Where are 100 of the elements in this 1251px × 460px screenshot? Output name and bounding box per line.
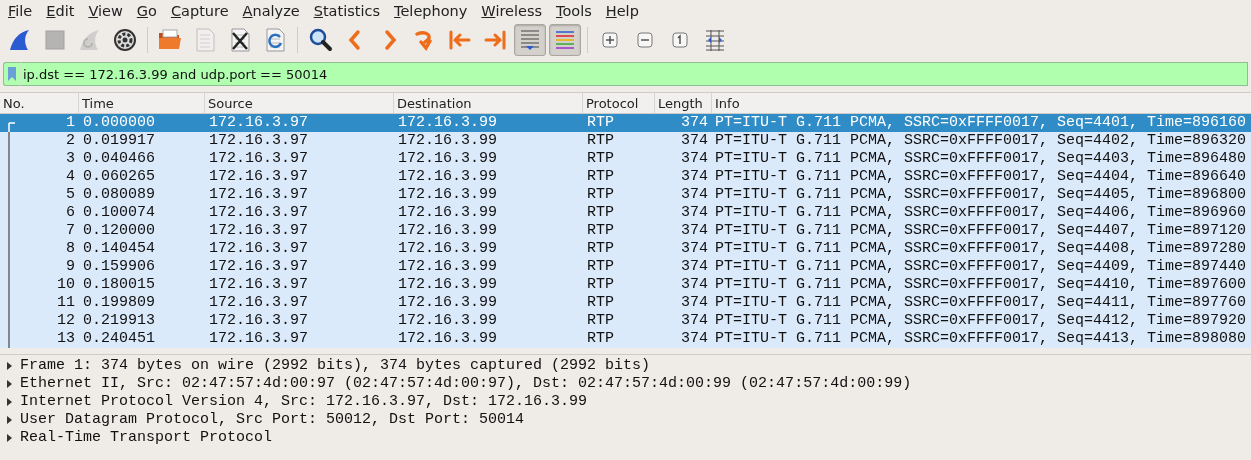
table-cell-text: PT=ITU-T G.711 PCMA, SSRC=0xFFFF0017, Seq=4407, Time=897120 bbox=[714, 222, 1248, 240]
table-cell-text: 0.040466 bbox=[82, 150, 156, 168]
menu-item[interactable]: Edit bbox=[46, 3, 75, 19]
table-cell-text: 172.16.3.97 bbox=[208, 186, 310, 204]
table-cell-text: 172.16.3.97 bbox=[208, 132, 310, 150]
packet-row[interactable]: 7 0.120000 172.16.3.97 172.16.3.99 RTP 374 PT=ITU-T G.711 PCMA, SSRC=0xFFFF0017, Seq=4407, Time=897120 bbox=[0, 222, 1251, 240]
table-cell-text: 172.16.3.97 bbox=[208, 240, 310, 258]
menu-item[interactable]: Go bbox=[136, 3, 157, 19]
menu-item[interactable]: File bbox=[8, 3, 33, 19]
detail-item[interactable]: Real-Time Transport Protocol bbox=[20, 429, 273, 447]
menu-item[interactable]: Telephony bbox=[394, 3, 468, 19]
table-cell-text: 374 bbox=[680, 294, 709, 312]
table-cell-text: RTP bbox=[586, 132, 615, 150]
packet-row[interactable]: 3 0.040466 172.16.3.97 172.16.3.99 RTP 374 PT=ITU-T G.711 PCMA, SSRC=0xFFFF0017, Seq=4403, Time=896480 bbox=[0, 150, 1251, 168]
column-header[interactable]: Time bbox=[79, 93, 205, 113]
expand-arrow-icon[interactable] bbox=[4, 433, 14, 443]
packet-row[interactable]: 11 0.199809 172.16.3.97 172.16.3.99 RTP 374 PT=ITU-T G.711 PCMA, SSRC=0xFFFF0017, Seq=4411, Time=897760 bbox=[0, 294, 1251, 312]
table-cell-text: RTP bbox=[586, 204, 615, 222]
packet-row[interactable]: 13 0.240451 172.16.3.97 172.16.3.99 RTP 374 PT=ITU-T G.711 PCMA, SSRC=0xFFFF0017, Seq=4413, Time=898080 bbox=[0, 330, 1251, 348]
detail-item[interactable]: Frame 1: 374 bytes on wire (2992 bits), 374 bytes captured (2992 bits) bbox=[20, 357, 651, 375]
packet-row[interactable]: 9 0.159906 172.16.3.97 172.16.3.99 RTP 374 PT=ITU-T G.711 PCMA, SSRC=0xFFFF0017, Seq=4409, Time=897440 bbox=[0, 258, 1251, 276]
table-cell-text: 0.080089 bbox=[82, 186, 156, 204]
table-cell-text: 6 bbox=[65, 204, 76, 222]
menu-item[interactable]: Help bbox=[605, 3, 639, 19]
bookmark-icon bbox=[8, 67, 16, 81]
settings-icon bbox=[112, 27, 138, 53]
table-cell-text: PT=ITU-T G.711 PCMA, SSRC=0xFFFF0017, Seq=4401, Time=896160 bbox=[714, 114, 1248, 132]
expand-arrow-icon[interactable] bbox=[4, 361, 14, 371]
packet-row[interactable]: 12 0.219913 172.16.3.97 172.16.3.99 RTP 374 PT=ITU-T G.711 PCMA, SSRC=0xFFFF0017, Seq=4412, Time=897920 bbox=[0, 312, 1251, 330]
packet-row[interactable]: 6 0.100074 172.16.3.97 172.16.3.99 RTP 374 PT=ITU-T G.711 PCMA, SSRC=0xFFFF0017, Seq=4406, Time=896960 bbox=[0, 204, 1251, 222]
packet-row[interactable]: 10 0.180015 172.16.3.97 172.16.3.99 RTP 374 PT=ITU-T G.711 PCMA, SSRC=0xFFFF0017, Seq=4410, Time=897600 bbox=[0, 276, 1251, 294]
column-header[interactable]: Protocol bbox=[583, 93, 655, 113]
table-cell-text: PT=ITU-T G.711 PCMA, SSRC=0xFFFF0017, Seq=4411, Time=897760 bbox=[714, 294, 1248, 312]
expand-arrow-icon[interactable] bbox=[4, 379, 14, 389]
detail-item[interactable]: Ethernet II, Src: 02:47:57:4d:00:97 (02:47:57:4d:00:97), Dst: 02:47:57:4d:00:99 (02:47:57:4d:00:99) bbox=[20, 375, 912, 393]
column-header[interactable]: Source bbox=[205, 93, 394, 113]
table-cell-text: 11 bbox=[56, 294, 76, 312]
search-icon bbox=[307, 27, 333, 53]
table-cell-text: 172.16.3.97 bbox=[208, 294, 310, 312]
column-header[interactable]: Info bbox=[712, 93, 1251, 113]
table-cell-text: 3 bbox=[65, 150, 76, 168]
table-cell-text: PT=ITU-T G.711 PCMA, SSRC=0xFFFF0017, Seq=4412, Time=897920 bbox=[714, 312, 1248, 330]
table-cell-text: 172.16.3.99 bbox=[397, 168, 499, 186]
column-header[interactable]: Length bbox=[655, 93, 712, 113]
table-cell-text: 172.16.3.99 bbox=[397, 132, 499, 150]
table-cell-text: 172.16.3.97 bbox=[208, 222, 310, 240]
table-cell-text: 0.180015 bbox=[82, 276, 156, 294]
table-cell-text: 172.16.3.97 bbox=[208, 204, 310, 222]
table-cell-text: 8 bbox=[65, 240, 76, 258]
table-cell-text: 374 bbox=[680, 168, 709, 186]
table-cell-text: 172.16.3.97 bbox=[208, 312, 310, 330]
column-header[interactable]: No. bbox=[0, 93, 79, 113]
table-cell-text: 0.100074 bbox=[82, 204, 156, 222]
detail-item[interactable]: User Datagram Protocol, Src Port: 50012, Dst Port: 50014 bbox=[20, 411, 525, 429]
table-cell-text: RTP bbox=[586, 294, 615, 312]
display-filter-field[interactable]: ip.dst == 172.16.3.99 and udp.port == 50014 bbox=[21, 62, 1248, 86]
table-cell-text: 374 bbox=[680, 114, 709, 132]
column-header[interactable]: Destination bbox=[394, 93, 583, 113]
menu-item[interactable]: Tools bbox=[556, 3, 592, 19]
menu-item[interactable]: Statistics bbox=[313, 3, 381, 19]
table-cell-text: 374 bbox=[680, 222, 709, 240]
menu-item[interactable]: Capture bbox=[170, 3, 229, 19]
table-cell-text: 172.16.3.99 bbox=[397, 150, 499, 168]
table-cell-text: 12 bbox=[56, 312, 76, 330]
table-cell-text: 7 bbox=[65, 222, 76, 240]
expand-arrow-icon[interactable] bbox=[4, 415, 14, 425]
table-cell-text: PT=ITU-T G.711 PCMA, SSRC=0xFFFF0017, Seq=4406, Time=896960 bbox=[714, 204, 1248, 222]
table-cell-text: PT=ITU-T G.711 PCMA, SSRC=0xFFFF0017, Seq=4410, Time=897600 bbox=[714, 276, 1248, 294]
table-cell-text: 0.000000 bbox=[82, 114, 156, 132]
expand-arrow-icon[interactable] bbox=[4, 397, 14, 407]
packet-row[interactable]: 5 0.080089 172.16.3.97 172.16.3.99 RTP 374 PT=ITU-T G.711 PCMA, SSRC=0xFFFF0017, Seq=4405, Time=896800 bbox=[0, 186, 1251, 204]
table-cell-text: 374 bbox=[680, 240, 709, 258]
packet-row[interactable]: 8 0.140454 172.16.3.97 172.16.3.99 RTP 374 PT=ITU-T G.711 PCMA, SSRC=0xFFFF0017, Seq=4408, Time=897280 bbox=[0, 240, 1251, 258]
table-cell-text: 172.16.3.99 bbox=[397, 258, 499, 276]
menu-item[interactable]: Analyze bbox=[242, 3, 300, 19]
table-cell-text: 172.16.3.99 bbox=[397, 114, 499, 132]
table-cell-text: 0.219913 bbox=[82, 312, 156, 330]
packet-row[interactable]: 4 0.060265 172.16.3.97 172.16.3.99 RTP 374 PT=ITU-T G.711 PCMA, SSRC=0xFFFF0017, Seq=4404, Time=896640 bbox=[0, 168, 1251, 186]
table-cell-text: 0.120000 bbox=[82, 222, 156, 240]
detail-item[interactable]: Internet Protocol Version 4, Src: 172.16.3.97, Dst: 172.16.3.99 bbox=[20, 393, 588, 411]
table-cell-text: RTP bbox=[586, 150, 615, 168]
table-cell-text: RTP bbox=[586, 330, 615, 348]
menu-item[interactable]: Wireless bbox=[481, 3, 543, 19]
table-cell-text: 0.140454 bbox=[82, 240, 156, 258]
table-cell-text: RTP bbox=[586, 258, 615, 276]
packet-row[interactable]: 1 0.000000 172.16.3.97 172.16.3.99 RTP 374 PT=ITU-T G.711 PCMA, SSRC=0xFFFF0017, Seq=4401, Time=896160 bbox=[0, 114, 1251, 132]
packet-row[interactable]: 2 0.019917 172.16.3.97 172.16.3.99 RTP 374 PT=ITU-T G.711 PCMA, SSRC=0xFFFF0017, Seq=4402, Time=896320 bbox=[0, 132, 1251, 150]
table-cell-text: 0.240451 bbox=[82, 330, 156, 348]
table-cell-text: RTP bbox=[586, 276, 615, 294]
table-cell-text: 172.16.3.97 bbox=[208, 114, 310, 132]
table-cell-text: 172.16.3.97 bbox=[208, 276, 310, 294]
table-cell-text: 10 bbox=[56, 276, 76, 294]
table-cell-text: 0.159906 bbox=[82, 258, 156, 276]
filter-bookmark-button[interactable] bbox=[3, 62, 21, 86]
table-cell-text: PT=ITU-T G.711 PCMA, SSRC=0xFFFF0017, Seq=4403, Time=896480 bbox=[714, 150, 1248, 168]
table-cell-text: 172.16.3.99 bbox=[397, 240, 499, 258]
table-cell-text: 374 bbox=[680, 312, 709, 330]
table-cell-text: 374 bbox=[680, 276, 709, 294]
table-cell-text: 0.199809 bbox=[82, 294, 156, 312]
menu-item[interactable]: View bbox=[88, 3, 123, 19]
